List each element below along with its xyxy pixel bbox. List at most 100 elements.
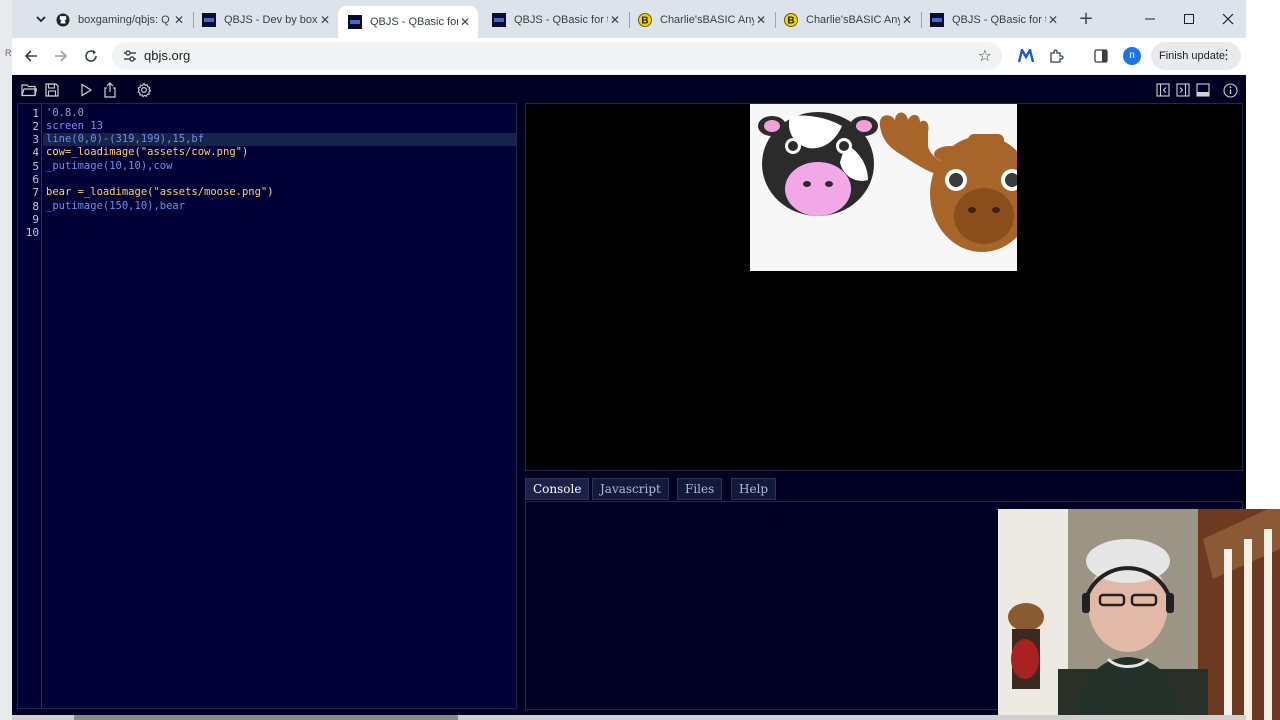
line-number: 4 bbox=[32, 146, 39, 159]
run-icon[interactable] bbox=[77, 81, 95, 99]
cow-image bbox=[758, 112, 878, 216]
maximize-icon bbox=[1184, 14, 1194, 24]
arrow-left-icon bbox=[24, 50, 37, 62]
close-icon[interactable]: ✕ bbox=[754, 13, 768, 27]
line-number: 2 bbox=[32, 120, 39, 133]
svg-text:B: B bbox=[641, 16, 648, 27]
line-number: 9 bbox=[32, 213, 39, 226]
info-icon[interactable] bbox=[1221, 81, 1239, 99]
collapse-right-icon[interactable] bbox=[1174, 81, 1192, 99]
close-icon[interactable]: ✕ bbox=[1046, 13, 1060, 27]
browser-tab-strip: boxgaming/qbjs: Q ✕ QBJS - Dev by boxg ✕… bbox=[12, 0, 1246, 38]
close-icon[interactable]: ✕ bbox=[318, 13, 332, 27]
tab-title: QBJS - Dev by boxg bbox=[224, 14, 318, 26]
line-number: 1 bbox=[32, 107, 39, 120]
qbjs-icon bbox=[930, 13, 944, 27]
graphics-output bbox=[525, 103, 1243, 471]
tab-title: boxgaming/qbjs: Q bbox=[78, 14, 170, 26]
back-button[interactable] bbox=[19, 44, 43, 68]
close-icon bbox=[1222, 13, 1234, 25]
browser-tab[interactable]: B Charlie'sBASIC Any ✕ bbox=[774, 6, 920, 34]
tab-title: Charlie'sBASIC Any bbox=[806, 14, 900, 26]
tab-title: QBJS - QBasic for th bbox=[514, 14, 608, 26]
tab-title: Charlie'sBASIC Any bbox=[660, 14, 754, 26]
line-number: 3 bbox=[32, 133, 39, 146]
close-icon[interactable]: ✕ bbox=[608, 13, 622, 27]
collapse-left-icon[interactable] bbox=[1154, 81, 1172, 99]
reload-button[interactable] bbox=[79, 44, 103, 68]
new-tab-button[interactable]: + bbox=[1074, 8, 1098, 30]
window-left-edge: R bbox=[0, 0, 12, 720]
code-line: _putimage(150,10),bear bbox=[46, 200, 186, 212]
program-canvas bbox=[750, 104, 1017, 271]
code-line: _putimage(10,10),cow bbox=[46, 160, 173, 172]
output-tabs: Console Javascript Files Help bbox=[525, 476, 1243, 501]
code-editor[interactable]: 1 2 3 4 5 6 7 8 9 10 '0.8.0 screen 13 li… bbox=[17, 103, 517, 709]
tab-help[interactable]: Help bbox=[731, 478, 777, 500]
arrow-right-icon bbox=[55, 50, 68, 62]
extension-m-icon[interactable] bbox=[1015, 45, 1037, 67]
moose-image bbox=[879, 112, 1017, 252]
line-number: 8 bbox=[32, 200, 39, 213]
tab-title: QBJS - QBasic for th bbox=[370, 16, 458, 28]
code-line: '0.8.0 bbox=[46, 107, 84, 119]
github-icon bbox=[56, 13, 70, 27]
code-line: cow=_loadimage("assets/cow.png") bbox=[46, 146, 249, 158]
line-number: 10 bbox=[25, 226, 39, 239]
reload-icon bbox=[85, 50, 97, 62]
webcam-overlay bbox=[998, 509, 1280, 720]
scrollbar-thumb[interactable] bbox=[74, 715, 458, 720]
side-panel-icon[interactable] bbox=[1090, 45, 1112, 67]
qbjs-icon bbox=[492, 13, 506, 27]
line-number: 6 bbox=[32, 173, 39, 186]
svg-text:B: B bbox=[787, 16, 794, 27]
tab-javascript[interactable]: Javascript bbox=[592, 478, 669, 500]
qbjs-icon bbox=[202, 13, 216, 27]
save-icon[interactable] bbox=[43, 81, 61, 99]
browser-tab-active[interactable]: QBJS - QBasic for th ✕ bbox=[338, 6, 478, 38]
webcam-feed bbox=[998, 509, 1280, 720]
more-vert-icon: ⋮ bbox=[1220, 47, 1233, 62]
ide-toolbar bbox=[12, 78, 1246, 102]
b-icon: B bbox=[784, 13, 798, 27]
horizontal-scrollbar[interactable] bbox=[12, 715, 1246, 720]
close-window-button[interactable] bbox=[1210, 6, 1246, 32]
bottom-panel-icon[interactable] bbox=[1194, 81, 1212, 99]
close-icon[interactable]: ✕ bbox=[900, 13, 914, 27]
share-icon[interactable] bbox=[101, 81, 119, 99]
finish-update-button[interactable]: Finish update ⋮ bbox=[1151, 42, 1241, 70]
close-icon[interactable]: ✕ bbox=[172, 13, 186, 27]
code-line: screen 13 bbox=[46, 120, 103, 132]
browser-tab[interactable]: B Charlie'sBASIC Any ✕ bbox=[628, 6, 774, 34]
extensions-puzzle-icon[interactable] bbox=[1045, 45, 1067, 67]
minimize-button[interactable] bbox=[1132, 6, 1168, 32]
settings-gear-icon[interactable] bbox=[135, 81, 153, 99]
open-folder-icon[interactable] bbox=[20, 81, 38, 99]
forward-button[interactable] bbox=[49, 44, 73, 68]
star-icon[interactable]: ☆ bbox=[978, 46, 992, 65]
browser-tab[interactable]: QBJS - QBasic for th ✕ bbox=[482, 6, 628, 34]
browser-tab[interactable]: boxgaming/qbjs: Q ✕ bbox=[46, 6, 192, 34]
code-line: line(0,0)-(319,199),15,bf bbox=[46, 133, 205, 145]
minimize-icon bbox=[1145, 18, 1155, 20]
line-number: 7 bbox=[32, 186, 39, 199]
address-bar[interactable]: qbjs.org ☆ bbox=[112, 42, 1002, 70]
browser-tab[interactable]: QBJS - QBasic for th ✕ bbox=[920, 6, 1066, 34]
maximize-button[interactable] bbox=[1171, 6, 1207, 32]
b-icon: B bbox=[638, 13, 652, 27]
profile-avatar[interactable]: n bbox=[1123, 47, 1141, 65]
canvas-drawing bbox=[758, 112, 1017, 252]
qbjs-icon bbox=[348, 15, 362, 29]
url-text: qbjs.org bbox=[144, 48, 191, 63]
site-info-icon[interactable] bbox=[122, 48, 138, 64]
browser-tab[interactable]: QBJS - Dev by boxg ✕ bbox=[192, 6, 338, 34]
finish-update-label: Finish update bbox=[1159, 50, 1226, 62]
tab-files[interactable]: Files bbox=[677, 478, 723, 500]
tab-title: QBJS - QBasic for th bbox=[952, 14, 1046, 26]
edge-glyph: R bbox=[5, 48, 12, 58]
browser-toolbar: qbjs.org ☆ n Finish update ⋮ bbox=[12, 38, 1246, 74]
code-line: bear =_loadimage("assets/moose.png") bbox=[46, 186, 274, 198]
line-number: 5 bbox=[32, 160, 39, 173]
close-icon[interactable]: ✕ bbox=[458, 15, 472, 29]
tab-console[interactable]: Console bbox=[525, 478, 590, 500]
